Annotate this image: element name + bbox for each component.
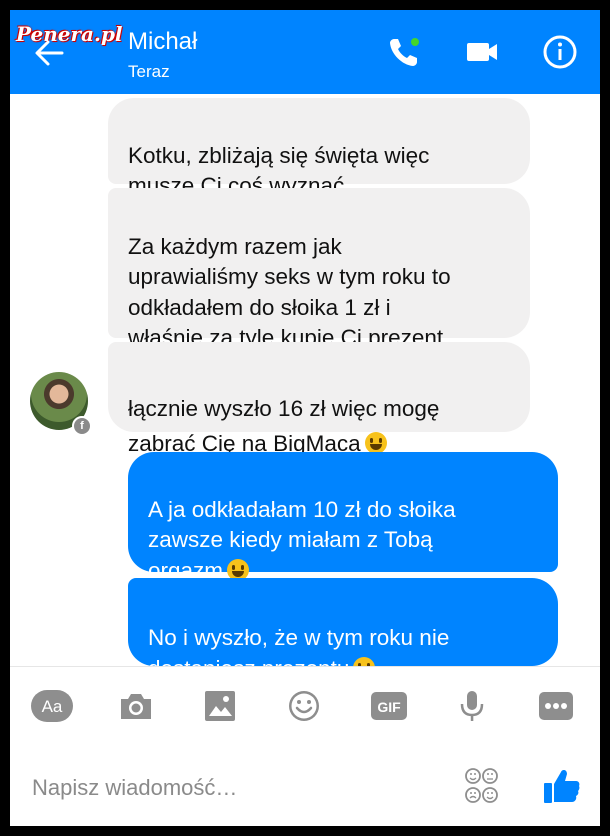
message-bubble-outgoing[interactable]: No i wyszło, że w tym roku nie dostanies…: [128, 578, 558, 681]
stickers-icon[interactable]: [464, 766, 500, 806]
watermark-logo: Penera.pl: [16, 22, 123, 46]
message-bubble-incoming[interactable]: Kotku, zbliżają się święta więc muszę Ci…: [108, 98, 530, 198]
message-composer: [10, 746, 600, 826]
messenger-screen: Penera.pl Michał Teraz Kotku, zbliżają s…: [10, 10, 600, 826]
gif-icon[interactable]: GIF: [370, 689, 408, 723]
message-bubble-incoming[interactable]: łącznie wyszło 16 zł więc mogę zabrać Ci…: [108, 342, 530, 456]
message-text: A ja odkładałam 10 zł do słoika zawsze k…: [148, 496, 456, 583]
message-text: Za każdym razem jak uprawialiśmy seks w …: [128, 233, 451, 351]
message-text: łącznie wyszło 16 zł więc mogę zabrać Ci…: [128, 396, 440, 456]
video-call-icon[interactable]: [464, 34, 500, 70]
text-format-label: Aa: [42, 697, 63, 716]
text-format-icon[interactable]: Aa: [30, 689, 74, 723]
more-options-icon[interactable]: [538, 689, 574, 723]
composer-toolbar: Aa GIF: [10, 666, 600, 747]
gif-label: GIF: [377, 699, 401, 715]
microphone-icon[interactable]: [458, 689, 486, 723]
message-bubble-outgoing[interactable]: A ja odkładałam 10 zł do słoika zawsze k…: [128, 452, 558, 583]
camera-icon[interactable]: [118, 689, 154, 723]
message-input[interactable]: [30, 770, 434, 806]
message-list: Kotku, zbliżają się święta więc muszę Ci…: [10, 94, 600, 681]
like-thumbs-up-icon[interactable]: [542, 766, 582, 806]
conversation-header: Penera.pl Michał Teraz: [10, 10, 600, 94]
facebook-badge-icon: f: [72, 416, 92, 436]
phone-call-icon[interactable]: [386, 34, 422, 70]
emoji-smiley-icon[interactable]: [286, 689, 322, 723]
message-bubble-incoming[interactable]: Za każdym razem jak uprawialiśmy seks w …: [108, 188, 530, 350]
gallery-image-icon[interactable]: [202, 689, 238, 723]
contact-name[interactable]: Michał: [128, 28, 197, 56]
back-arrow-icon[interactable]: [34, 38, 64, 68]
info-icon[interactable]: [542, 34, 578, 70]
contact-status: Teraz: [128, 62, 170, 81]
smiley-emoji-icon: [364, 432, 387, 454]
